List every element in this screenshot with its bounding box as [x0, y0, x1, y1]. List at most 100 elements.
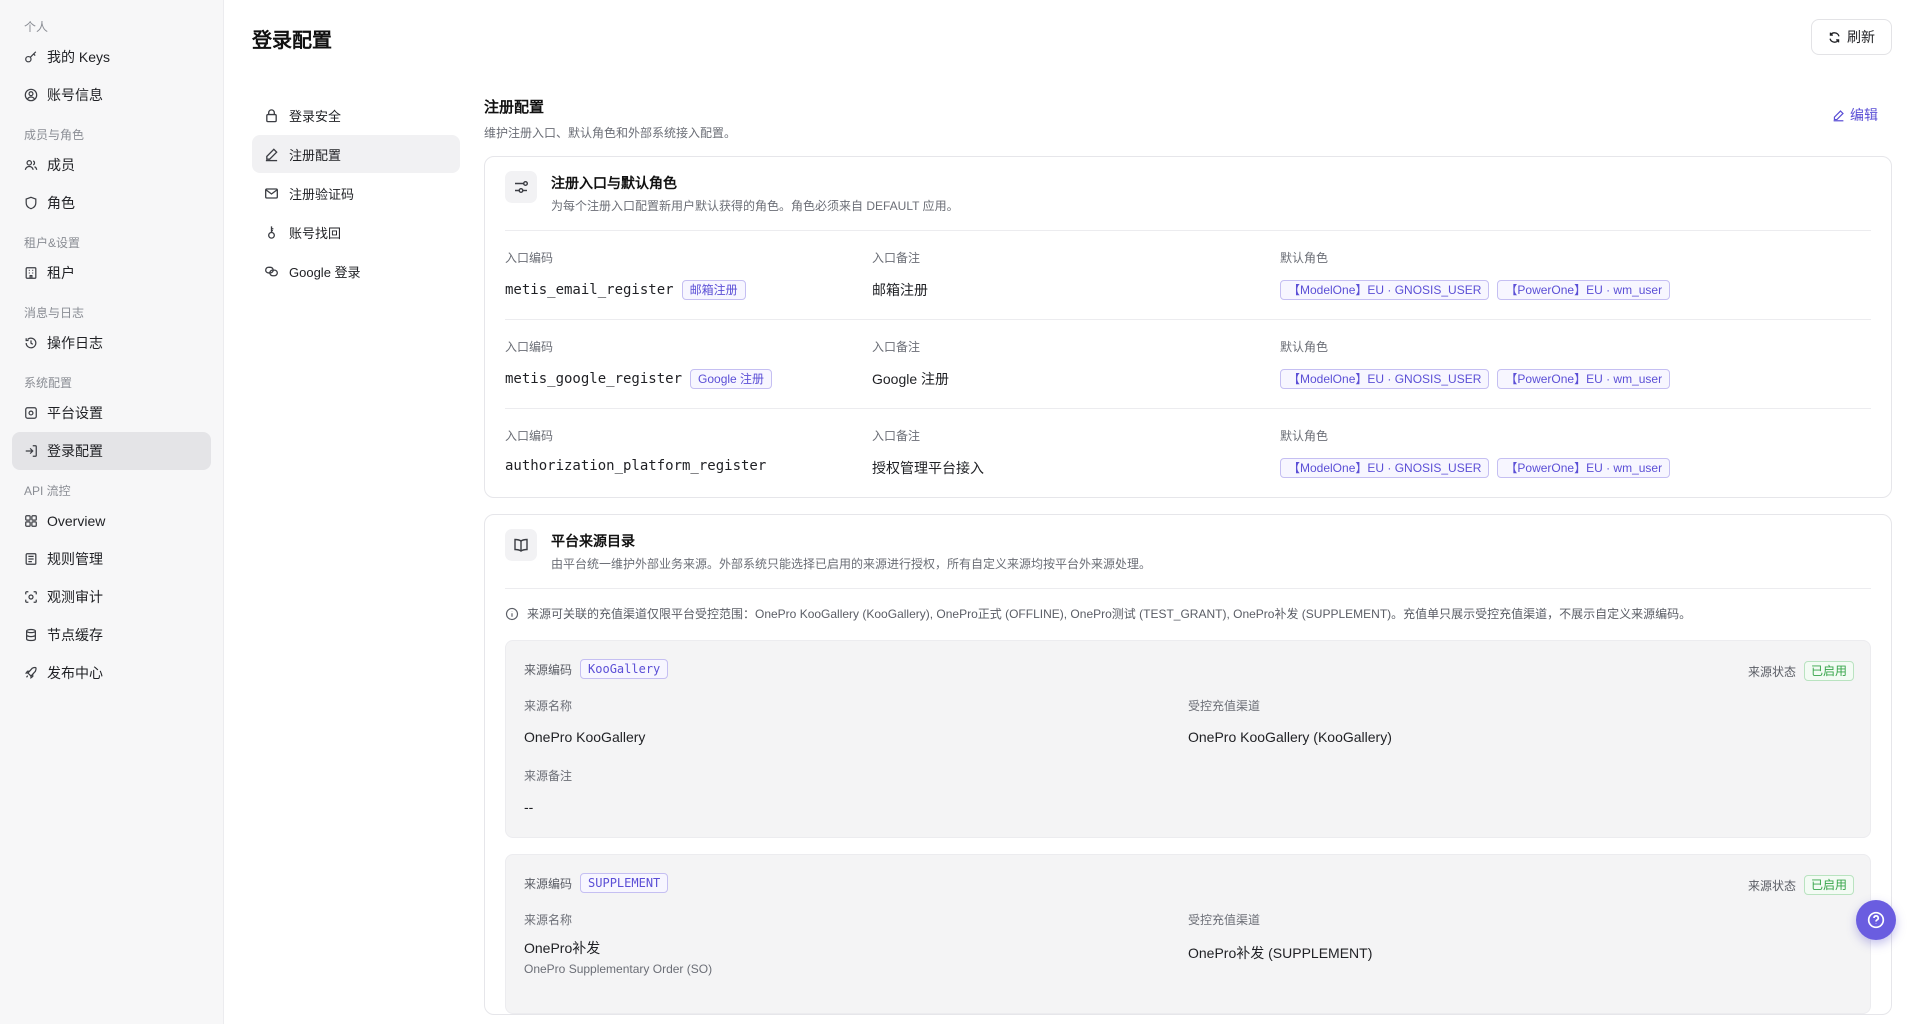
- refresh-icon: [1829, 31, 1840, 43]
- sidebar-item-operation-log[interactable]: 操作日志: [12, 324, 211, 362]
- section-description: 维护注册入口、默认角色和外部系统接入配置。: [484, 126, 737, 140]
- role-tag: 【PowerOne】EU · wm_user: [1497, 280, 1671, 300]
- login-icon: [25, 445, 37, 457]
- login-config-subnav: 登录安全 注册配置 注册验证码 账号找回 Google 登录: [252, 96, 460, 291]
- refresh-button[interactable]: 刷新: [1811, 19, 1892, 55]
- role-tag: 【ModelOne】EU · GNOSIS_USER: [1280, 280, 1490, 300]
- card-icon-box: [505, 171, 537, 203]
- sidebar-item-label: 观测审计: [47, 589, 103, 605]
- history-icon: [25, 337, 37, 349]
- sidebar-item-tenants[interactable]: 租户: [12, 254, 211, 292]
- pen-icon: [265, 147, 278, 161]
- status-badge: 已启用: [1803, 661, 1854, 681]
- source-name: OnePro KooGallery: [524, 729, 646, 745]
- entry-note: 授权管理平台接入: [872, 460, 984, 476]
- source-name: OnePro补发: [524, 940, 601, 956]
- key-hanging-icon: [268, 225, 275, 239]
- sidebar-item-roles[interactable]: 角色: [12, 184, 211, 222]
- key-icon: [25, 51, 37, 63]
- sidebar-item-label: 登录配置: [47, 443, 103, 459]
- sidebar-item-overview[interactable]: Overview: [12, 502, 211, 540]
- help-button[interactable]: [1856, 900, 1896, 940]
- column-label: 默认角色: [1280, 429, 1329, 443]
- table-row: 入口编码 authorization_platform_register 入口备…: [505, 409, 1871, 497]
- source-item: 来源编码 KooGallery 来源状态 已启用 来源名称 OnePro Koo…: [505, 640, 1871, 838]
- subnav-item-label: Google 登录: [289, 264, 361, 280]
- source-channel-label: 受控充值渠道: [1188, 913, 1261, 927]
- status-badge: 已启用: [1803, 875, 1854, 895]
- card-title: 注册入口与默认角色: [551, 175, 677, 191]
- info-icon: [505, 607, 519, 620]
- role-tag: 【ModelOne】EU · GNOSIS_USER: [1280, 458, 1490, 478]
- help-icon: [1867, 911, 1885, 929]
- page-title: 登录配置: [252, 30, 332, 52]
- subnav-item-label: 登录安全: [289, 108, 342, 124]
- subnav-item-google-login[interactable]: Google 登录: [252, 252, 460, 290]
- section-title: 注册配置: [484, 99, 545, 116]
- edit-button[interactable]: 编辑: [1832, 105, 1878, 125]
- sidebar-item-release-center[interactable]: 发布中心: [12, 654, 211, 692]
- sidebar-item-account-info[interactable]: 账号信息: [12, 76, 211, 114]
- card-header: 平台来源目录 由平台统一维护外部业务来源。外部系统只能选择已启用的来源进行授权，…: [505, 529, 1871, 589]
- sidebar-item-label: 发布中心: [47, 665, 103, 681]
- sidebar-item-label: 租户: [47, 265, 75, 281]
- subnav-item-register-config[interactable]: 注册配置: [252, 135, 460, 173]
- column-label: 入口备注: [872, 340, 921, 354]
- grid-icon: [25, 515, 37, 527]
- main-content: 注册配置 维护注册入口、默认角色和外部系统接入配置。 编辑 注册入口与默认角色 …: [484, 96, 1892, 1015]
- section-header: 注册配置 维护注册入口、默认角色和外部系统接入配置。 编辑: [484, 96, 1892, 144]
- sidebar-group-label: 个人: [24, 20, 49, 34]
- platform-source-card: 平台来源目录 由平台统一维护外部业务来源。外部系统只能选择已启用的来源进行授权，…: [484, 514, 1892, 1015]
- column-label: 入口编码: [505, 340, 554, 354]
- column-label: 默认角色: [1280, 340, 1329, 354]
- subnav-item-label: 账号找回: [289, 225, 342, 241]
- role-tag: 【PowerOne】EU · wm_user: [1497, 369, 1671, 389]
- column-label: 默认角色: [1280, 251, 1329, 265]
- role-tag: 【PowerOne】EU · wm_user: [1497, 458, 1671, 478]
- source-item: 来源编码 SUPPLEMENT 来源状态 已启用 来源名称 OnePro补发 O…: [505, 854, 1871, 1014]
- column-label: 入口编码: [505, 251, 554, 265]
- source-code-tag: KooGallery: [580, 659, 669, 679]
- sidebar-item-label: 操作日志: [47, 335, 103, 351]
- register-entries-card: 注册入口与默认角色 为每个注册入口配置新用户默认获得的角色。角色必须来自 DEF…: [484, 156, 1892, 498]
- source-name-subtitle: OnePro Supplementary Order (SO): [524, 962, 713, 976]
- sidebar-item-node-cache[interactable]: 节点缓存: [12, 616, 211, 654]
- link-icon: [265, 266, 278, 276]
- subnav-item-login-security[interactable]: 登录安全: [252, 96, 460, 134]
- source-note-label: 来源备注: [524, 769, 573, 783]
- column-label: 入口编码: [505, 429, 554, 443]
- lock-icon: [266, 108, 277, 122]
- card-title: 平台来源目录: [551, 533, 635, 549]
- users-icon: [24, 160, 38, 170]
- mail-icon: [265, 187, 278, 199]
- sidebar-group-label: 租户&设置: [24, 236, 81, 250]
- sidebar: 个人 我的 Keys 账号信息 成员与角色 成员 角色 租户&设置 租户 消息与…: [0, 0, 224, 1024]
- source-channel: OnePro补发 (SUPPLEMENT): [1188, 945, 1373, 961]
- user-circle-icon: [24, 88, 38, 102]
- source-code-tag: SUPPLEMENT: [580, 873, 669, 893]
- source-name-label: 来源名称: [524, 699, 573, 713]
- sidebar-item-label: 我的 Keys: [47, 49, 111, 65]
- entry-note: Google 注册: [872, 371, 950, 387]
- sidebar-item-login-config[interactable]: 登录配置: [12, 432, 211, 470]
- sidebar-item-observe-audit[interactable]: 观测审计: [12, 578, 211, 616]
- sidebar-item-label: 规则管理: [47, 551, 103, 567]
- notice-text: 来源可关联的充值渠道仅限平台受控范围：OnePro KooGallery (Ko…: [527, 607, 1692, 621]
- sidebar-item-rule-management[interactable]: 规则管理: [12, 540, 211, 578]
- table-row: 入口编码 metis_email_register 邮箱注册 入口备注 邮箱注册…: [505, 231, 1871, 320]
- sidebar-item-members[interactable]: 成员: [12, 146, 211, 184]
- subnav-item-register-captcha[interactable]: 注册验证码: [252, 174, 460, 212]
- refresh-label: 刷新: [1847, 29, 1875, 45]
- sidebar-item-platform-settings[interactable]: 平台设置: [12, 394, 211, 432]
- subnav-item-account-recovery[interactable]: 账号找回: [252, 213, 460, 251]
- sidebar-item-label: 账号信息: [47, 87, 103, 103]
- card-icon-box: [505, 529, 537, 561]
- sidebar-item-my-keys[interactable]: 我的 Keys: [12, 38, 211, 76]
- subnav-item-label: 注册验证码: [289, 186, 355, 202]
- database-icon: [26, 628, 36, 642]
- sidebar-item-label: 平台设置: [47, 405, 103, 421]
- sidebar-item-label: 角色: [47, 195, 75, 211]
- card-description: 由平台统一维护外部业务来源。外部系统只能选择已启用的来源进行授权，所有自定义来源…: [551, 557, 1152, 571]
- scan-icon: [25, 591, 37, 603]
- book-icon: [514, 538, 528, 552]
